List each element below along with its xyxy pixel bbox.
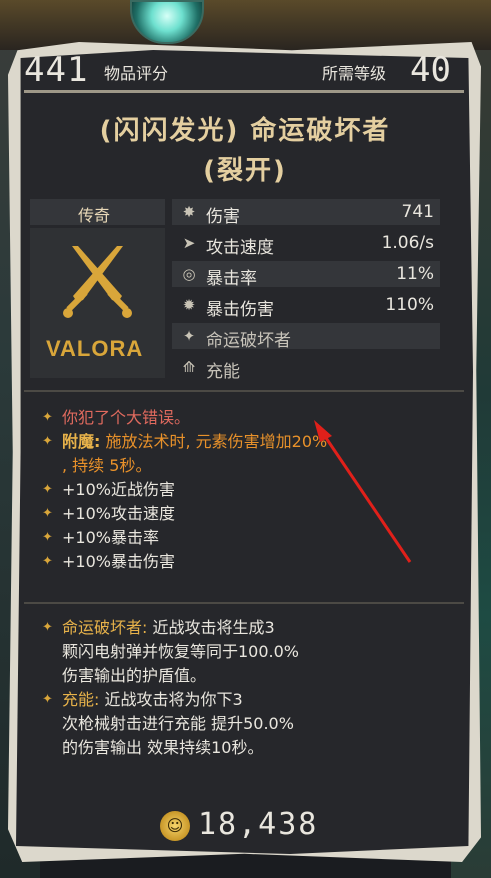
- weapon-art: VALORA: [30, 228, 165, 378]
- list-item: 伤害输出的护盾值。: [38, 664, 458, 688]
- charge-text: 的伤害输出 效果持续10秒。: [62, 738, 264, 757]
- rarity-label: 传奇: [78, 206, 111, 225]
- stat-label: 暴击伤害: [206, 300, 274, 320]
- item-title: (闪闪发光) 命运破坏者: [99, 116, 391, 146]
- fate-breaker-label: 命运破坏者:: [62, 618, 148, 637]
- crossed-swords-icon: [63, 246, 132, 318]
- damage-icon: ✸: [182, 203, 196, 221]
- list-item: ✦ 你犯了个大错误。: [38, 406, 458, 430]
- card-header: 441 物品评分 所需等级 40: [18, 50, 470, 90]
- required-level-label: 所需等级: [322, 64, 387, 83]
- rarity-badge: 传奇: [30, 199, 165, 225]
- star-icon: ✦: [42, 482, 53, 497]
- stat-value: 11%: [396, 264, 434, 284]
- required-level: 40: [410, 50, 451, 90]
- charge-text: 次枪械射击进行充能 提升50.0%: [62, 714, 294, 733]
- modifier-list: ✦ 你犯了个大错误。 ✦ 附魔: 施放法术时, 元素伤害增加20% , 持续 5…: [38, 406, 458, 574]
- stat-label: 暴击率: [206, 269, 257, 289]
- list-item: ✦ +10%攻击速度: [38, 502, 458, 526]
- list-item: ✦ 命运破坏者: 近战攻击将生成3: [38, 616, 458, 640]
- fate-breaker-text: 颗闪电射弹并恢复等同于100.0%: [62, 642, 300, 661]
- enchant-duration: , 持续 5秒。: [62, 456, 152, 475]
- stat-value: 741: [401, 202, 434, 222]
- crit-damage-icon: ✹: [182, 296, 196, 314]
- stat-label: 充能: [206, 362, 240, 382]
- fate-breaker-text: 近战攻击将生成3: [152, 618, 275, 637]
- abilities-divider: [24, 602, 464, 604]
- star-icon: ✦: [42, 506, 53, 521]
- star-icon: ✦: [42, 692, 53, 707]
- stat-label: 伤害: [206, 207, 240, 227]
- list-item: ✦ 附魔: 施放法术时, 元素伤害增加20%: [38, 430, 458, 454]
- stat-damage: ✸ 伤害 741: [172, 199, 440, 227]
- stat-charge: ⟰ 充能: [172, 354, 440, 382]
- modifier-text: +10%攻击速度: [62, 504, 175, 523]
- charge-label: 充能:: [62, 690, 100, 709]
- item-score: 441: [24, 50, 89, 90]
- stat-fate-breaker: ✦ 命运破坏者: [172, 323, 440, 351]
- list-item: 次枪械射击进行充能 提升50.0%: [38, 712, 458, 736]
- star-icon: ✦: [42, 434, 53, 449]
- star-icon: ✦: [42, 554, 53, 569]
- stat-label: 命运破坏者: [206, 331, 291, 351]
- enchant-label: 附魔:: [62, 432, 101, 451]
- brand-logo: VALORA: [46, 336, 144, 361]
- attack-speed-icon: ➤: [182, 234, 196, 252]
- price-value: 18,438: [198, 807, 319, 842]
- stat-value: 110%: [385, 295, 434, 315]
- crit-rate-icon: ◎: [182, 265, 196, 283]
- list-item: ✦ +10%近战伤害: [38, 478, 458, 502]
- price: ☺ 18,438: [160, 807, 360, 847]
- modifier-text: +10%暴击伤害: [62, 552, 175, 571]
- enchant-text: 施放法术时, 元素伤害增加20%: [105, 432, 328, 451]
- list-item: , 持续 5秒。: [38, 454, 458, 478]
- coin-icon: ☺: [160, 811, 190, 841]
- header-divider: [24, 90, 464, 93]
- list-item: ✦ +10%暴击伤害: [38, 550, 458, 574]
- stat-value: 1.06/s: [381, 233, 434, 253]
- stat-crit-rate: ◎ 暴击率 11%: [172, 261, 440, 289]
- charge-text: 近战攻击将为你下3: [104, 690, 243, 709]
- star-icon: ✦: [42, 620, 53, 635]
- fate-icon: ✦: [182, 327, 196, 345]
- list-item: 颗闪电射弹并恢复等同于100.0%: [38, 640, 458, 664]
- star-icon: ✦: [42, 530, 53, 545]
- item-subtitle: (裂开): [203, 156, 287, 186]
- modifier-text: +10%暴击率: [62, 528, 159, 547]
- list-item: 的伤害输出 效果持续10秒。: [38, 736, 458, 760]
- ability-list: ✦ 命运破坏者: 近战攻击将生成3 颗闪电射弹并恢复等同于100.0% 伤害输出…: [38, 616, 458, 760]
- list-item: ✦ +10%暴击率: [38, 526, 458, 550]
- stats-divider: [24, 390, 464, 392]
- item-score-label: 物品评分: [104, 64, 169, 83]
- stat-attack-speed: ➤ 攻击速度 1.06/s: [172, 230, 440, 258]
- modifier-text: +10%近战伤害: [62, 480, 175, 499]
- fate-breaker-text: 伤害输出的护盾值。: [62, 666, 207, 685]
- list-item: ✦ 充能: 近战攻击将为你下3: [38, 688, 458, 712]
- charge-icon: ⟰: [182, 358, 196, 376]
- mistake-text: 你犯了个大错误。: [62, 408, 191, 427]
- stat-label: 攻击速度: [206, 238, 274, 258]
- stat-crit-damage: ✹ 暴击伤害 110%: [172, 292, 440, 320]
- star-icon: ✦: [42, 410, 53, 425]
- background-top: [0, 0, 491, 50]
